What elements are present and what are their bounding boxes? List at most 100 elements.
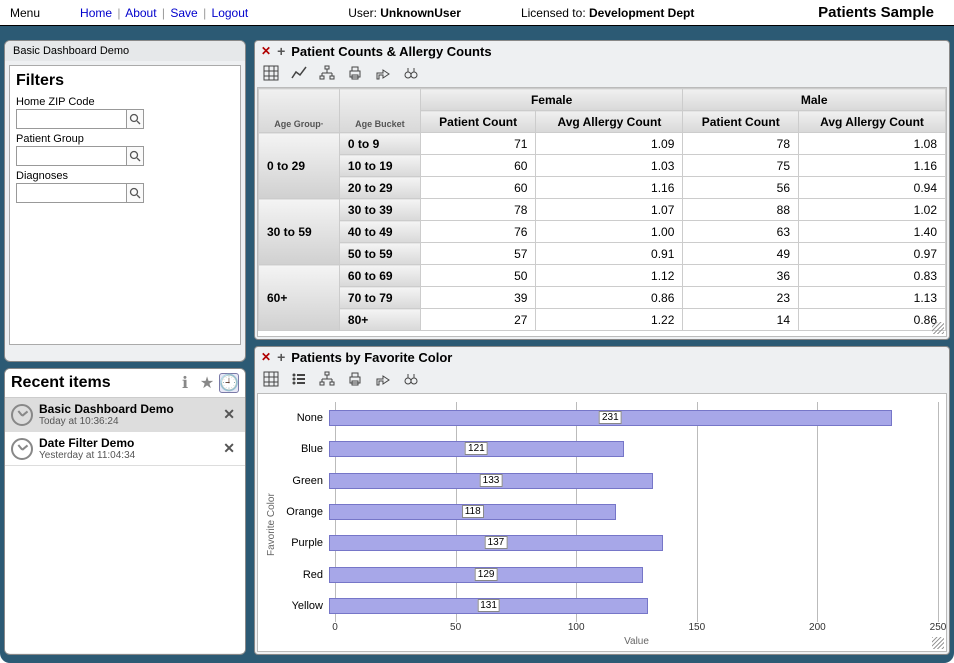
- corner-agebucket[interactable]: Age Bucket: [339, 89, 420, 133]
- filter-input[interactable]: [17, 111, 126, 127]
- row-bucket[interactable]: 30 to 39: [339, 199, 420, 221]
- recent-item[interactable]: Date Filter DemoYesterday at 11:04:34✕: [5, 432, 245, 466]
- binoculars-icon[interactable]: [401, 63, 421, 83]
- grid-icon[interactable]: [261, 63, 281, 83]
- resize-handle[interactable]: [932, 637, 944, 649]
- recent-panel: Recent items ℹ ★ 🕘 Basic Dashboard DemoT…: [4, 368, 246, 655]
- cell-value: 0.86: [799, 309, 946, 331]
- row-group[interactable]: 30 to 59: [259, 199, 340, 265]
- list-icon[interactable]: [289, 369, 309, 389]
- print-icon[interactable]: [345, 369, 365, 389]
- save-link[interactable]: Save: [170, 6, 197, 20]
- widget-toolbar: [255, 367, 949, 391]
- col-measure[interactable]: Patient Count: [420, 111, 536, 133]
- chart-ylabel: Favorite Color: [266, 402, 277, 647]
- export-icon[interactable]: [373, 63, 393, 83]
- filter-field: Diagnoses: [16, 170, 234, 203]
- table-row: 50 to 59570.91490.97: [259, 243, 946, 265]
- cell-value: 60: [420, 177, 536, 199]
- nav-sep: |: [162, 6, 165, 20]
- corner-agegroup[interactable]: Age Group·: [259, 89, 340, 133]
- chart-tick: 0: [332, 622, 338, 633]
- cell-value: 1.09: [536, 133, 683, 155]
- print-icon[interactable]: [345, 63, 365, 83]
- row-bucket[interactable]: 0 to 9: [339, 133, 420, 155]
- right-column: ✕ + Patient Counts & Allergy Counts Age …: [250, 40, 950, 659]
- menu-button[interactable]: Menu: [10, 6, 40, 20]
- chart-area: Favorite Color None231Blue121Green133Ora…: [257, 393, 947, 652]
- chart-barzone: 137: [329, 535, 938, 551]
- table-row: 0 to 290 to 9711.09781.08: [259, 133, 946, 155]
- cell-value: 50: [420, 265, 536, 287]
- cell-value: 1.08: [799, 133, 946, 155]
- filter-field: Patient Group: [16, 133, 234, 166]
- chart-bar-label: 131: [477, 599, 500, 612]
- filters-body: Filters Home ZIP CodePatient GroupDiagno…: [9, 65, 241, 345]
- about-link[interactable]: About: [125, 6, 156, 20]
- hierarchy-icon[interactable]: [317, 369, 337, 389]
- col-measure[interactable]: Patient Count: [683, 111, 799, 133]
- col-group[interactable]: Male: [683, 89, 946, 111]
- cell-value: 0.97: [799, 243, 946, 265]
- search-icon[interactable]: [126, 184, 143, 202]
- binoculars-icon[interactable]: [401, 369, 421, 389]
- recent-list: Basic Dashboard DemoToday at 10:36:24✕Da…: [5, 398, 245, 653]
- chart-category: None: [281, 412, 329, 424]
- info-icon[interactable]: ℹ: [175, 373, 195, 393]
- export-icon[interactable]: [373, 369, 393, 389]
- recent-item[interactable]: Basic Dashboard DemoToday at 10:36:24✕: [5, 398, 245, 432]
- row-bucket[interactable]: 60 to 69: [339, 265, 420, 287]
- row-bucket[interactable]: 70 to 79: [339, 287, 420, 309]
- chart-bar-label: 118: [462, 505, 484, 518]
- recent-name: Date Filter Demo: [39, 436, 219, 450]
- row-bucket[interactable]: 50 to 59: [339, 243, 420, 265]
- table-row: 20 to 29601.16560.94: [259, 177, 946, 199]
- resize-handle[interactable]: [932, 322, 944, 334]
- search-icon[interactable]: [126, 110, 143, 128]
- hierarchy-icon[interactable]: [317, 63, 337, 83]
- chart-bar-row: Yellow131: [281, 596, 938, 616]
- close-icon[interactable]: ✕: [261, 44, 271, 58]
- filter-input[interactable]: [17, 148, 126, 164]
- filter-label: Home ZIP Code: [16, 96, 234, 108]
- cell-value: 1.16: [536, 177, 683, 199]
- close-icon[interactable]: ✕: [261, 350, 271, 364]
- close-icon[interactable]: ✕: [219, 406, 239, 423]
- row-group[interactable]: 60+: [259, 265, 340, 331]
- widget-patient-counts: ✕ + Patient Counts & Allergy Counts Age …: [254, 40, 950, 340]
- chart-bar-row: Purple137: [281, 533, 938, 553]
- row-bucket[interactable]: 20 to 29: [339, 177, 420, 199]
- add-icon[interactable]: +: [277, 43, 285, 59]
- blue-bar: [0, 26, 954, 40]
- grid-icon[interactable]: [261, 369, 281, 389]
- chart-icon[interactable]: [289, 63, 309, 83]
- chart-bar-row: Orange 118: [281, 502, 938, 522]
- col-measure[interactable]: Avg Allergy Count: [536, 111, 683, 133]
- cell-value: 14: [683, 309, 799, 331]
- cell-value: 1.02: [799, 199, 946, 221]
- close-icon[interactable]: ✕: [219, 440, 239, 457]
- search-icon[interactable]: [126, 147, 143, 165]
- chart-category: Blue: [281, 443, 329, 455]
- row-bucket[interactable]: 80+: [339, 309, 420, 331]
- user-info: User: UnknownUser: [348, 6, 461, 20]
- col-group[interactable]: Female: [420, 89, 683, 111]
- cell-value: 1.12: [536, 265, 683, 287]
- pivot-table-wrap[interactable]: Age Group·Age BucketFemaleMalePatient Co…: [257, 87, 947, 337]
- chart-category: Orange: [281, 506, 329, 518]
- chart-bar-label: 231: [599, 411, 622, 424]
- row-group[interactable]: 0 to 29: [259, 133, 340, 199]
- col-measure[interactable]: Avg Allergy Count: [799, 111, 946, 133]
- filter-input[interactable]: [17, 185, 126, 201]
- chart-barzone: 133: [329, 473, 938, 489]
- row-bucket[interactable]: 40 to 49: [339, 221, 420, 243]
- add-icon[interactable]: +: [277, 349, 285, 365]
- logout-link[interactable]: Logout: [212, 6, 249, 20]
- clock-icon[interactable]: 🕘: [219, 373, 239, 393]
- home-link[interactable]: Home: [80, 6, 112, 20]
- cell-value: 1.13: [799, 287, 946, 309]
- star-icon[interactable]: ★: [197, 373, 217, 393]
- cell-value: 56: [683, 177, 799, 199]
- chart-inner: None231Blue121Green133Orange118Purple137…: [281, 402, 938, 647]
- row-bucket[interactable]: 10 to 19: [339, 155, 420, 177]
